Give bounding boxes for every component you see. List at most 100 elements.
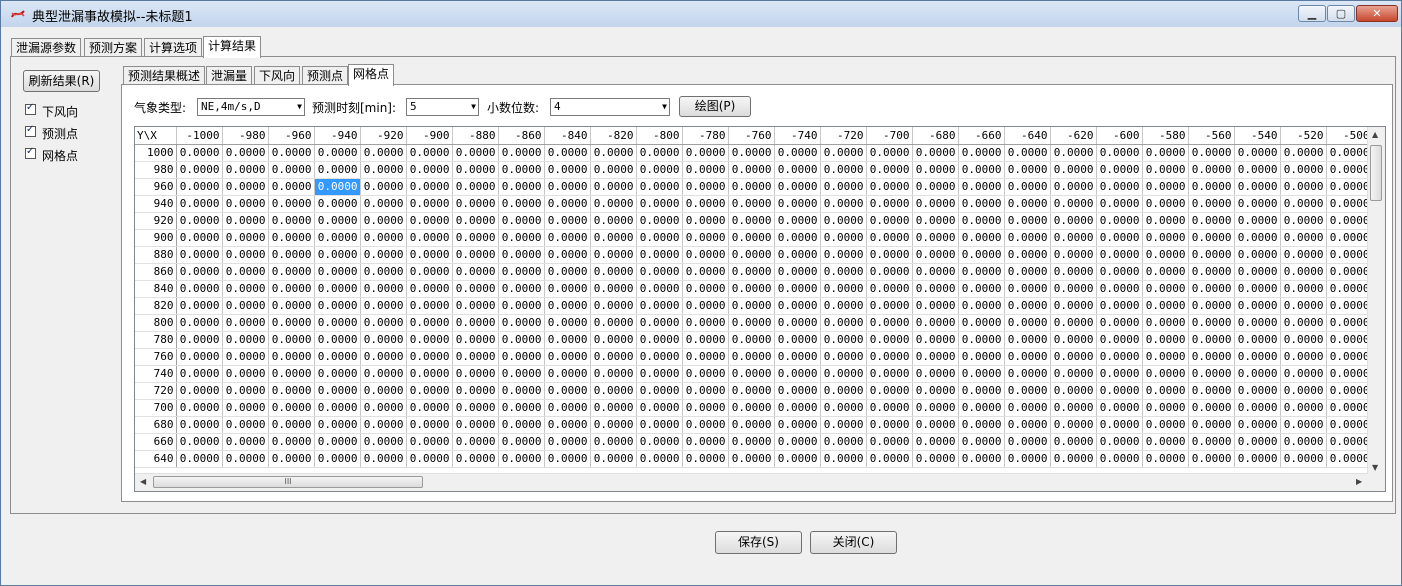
- grid-cell[interactable]: 0.0000: [498, 229, 545, 247]
- grid-cell[interactable]: 0.0000: [498, 263, 545, 281]
- grid-cell[interactable]: 0.0000: [222, 399, 269, 417]
- grid-cell[interactable]: 0.0000: [222, 365, 269, 383]
- grid-cell[interactable]: 0.0000: [1234, 399, 1281, 417]
- grid-cell[interactable]: 0.0000: [912, 144, 959, 162]
- grid-cell[interactable]: 0.0000: [682, 178, 729, 196]
- grid-cell[interactable]: 0.0000: [406, 178, 453, 196]
- grid-cell[interactable]: 0.0000: [682, 450, 729, 468]
- grid-cell[interactable]: 0.0000: [590, 161, 637, 179]
- grid-cell[interactable]: 0.0000: [1326, 348, 1373, 366]
- grid-cell[interactable]: 0.0000: [774, 399, 821, 417]
- grid-cell[interactable]: 0.0000: [176, 178, 223, 196]
- grid-cell[interactable]: 0.0000: [590, 399, 637, 417]
- grid-cell[interactable]: 0.0000: [774, 263, 821, 281]
- grid-cell[interactable]: 0.0000: [590, 246, 637, 264]
- grid-cell[interactable]: 0.0000: [1050, 246, 1097, 264]
- grid-cell[interactable]: 0.0000: [544, 246, 591, 264]
- grid-cell[interactable]: 0.0000: [544, 382, 591, 400]
- grid-cell[interactable]: 0.0000: [268, 314, 315, 332]
- grid-cell[interactable]: 0.0000: [682, 297, 729, 315]
- grid-cell[interactable]: 0.0000: [222, 229, 269, 247]
- grid-cell[interactable]: 0.0000: [1096, 263, 1143, 281]
- grid-cell[interactable]: 0.0000: [958, 195, 1005, 213]
- grid-cell[interactable]: 0.0000: [958, 399, 1005, 417]
- grid-cell[interactable]: 0.0000: [1188, 450, 1235, 468]
- refresh-button[interactable]: 刷新结果(R): [23, 70, 100, 92]
- grid-cell[interactable]: 0.0000: [176, 433, 223, 451]
- grid-cell[interactable]: 0.0000: [958, 144, 1005, 162]
- grid-cell[interactable]: 0.0000: [268, 212, 315, 230]
- grid-cell[interactable]: 0.0000: [498, 212, 545, 230]
- grid-cell[interactable]: 0.0000: [866, 314, 913, 332]
- grid-cell[interactable]: 0.0000: [452, 450, 499, 468]
- grid-cell[interactable]: 0.0000: [1188, 144, 1235, 162]
- grid-cell[interactable]: 0.0000: [498, 314, 545, 332]
- grid-cell[interactable]: 0.0000: [728, 263, 775, 281]
- grid-cell[interactable]: 0.0000: [1004, 399, 1051, 417]
- grid-cell[interactable]: 0.0000: [452, 297, 499, 315]
- grid-cell[interactable]: 0.0000: [958, 450, 1005, 468]
- grid-cell[interactable]: 0.0000: [360, 399, 407, 417]
- grid-cell[interactable]: 0.0000: [1234, 280, 1281, 298]
- grid-cell[interactable]: 0.0000: [1326, 246, 1373, 264]
- grid-cell[interactable]: 0.0000: [912, 195, 959, 213]
- grid-cell[interactable]: 0.0000: [452, 433, 499, 451]
- grid-cell[interactable]: 0.0000: [1050, 144, 1097, 162]
- grid-cell[interactable]: 0.0000: [176, 161, 223, 179]
- grid-cell[interactable]: 0.0000: [1234, 178, 1281, 196]
- grid-cell[interactable]: 0.0000: [1050, 348, 1097, 366]
- grid-cell[interactable]: 0.0000: [1280, 450, 1327, 468]
- grid-cell[interactable]: 0.0000: [1004, 280, 1051, 298]
- grid-cell[interactable]: 0.0000: [820, 399, 867, 417]
- grid-cell[interactable]: 0.0000: [682, 229, 729, 247]
- grid-cell[interactable]: 0.0000: [912, 314, 959, 332]
- grid-cell[interactable]: 0.0000: [314, 195, 361, 213]
- grid-cell[interactable]: 0.0000: [268, 161, 315, 179]
- grid-cell[interactable]: 0.0000: [1004, 365, 1051, 383]
- grid-cell[interactable]: 0.0000: [1280, 331, 1327, 349]
- grid-cell[interactable]: 0.0000: [774, 161, 821, 179]
- grid-cell[interactable]: 0.0000: [360, 314, 407, 332]
- grid-cell[interactable]: 0.0000: [1050, 365, 1097, 383]
- grid-cell[interactable]: 0.0000: [406, 212, 453, 230]
- grid-cell[interactable]: 0.0000: [1326, 399, 1373, 417]
- grid-cell[interactable]: 0.0000: [866, 416, 913, 434]
- grid-cell[interactable]: 0.0000: [590, 178, 637, 196]
- grid-cell[interactable]: 0.0000: [544, 144, 591, 162]
- grid-cell[interactable]: 0.0000: [1280, 212, 1327, 230]
- grid-cell[interactable]: 0.0000: [1050, 331, 1097, 349]
- grid-cell[interactable]: 0.0000: [1050, 314, 1097, 332]
- grid-cell[interactable]: 0.0000: [452, 144, 499, 162]
- grid-cell[interactable]: 0.0000: [820, 246, 867, 264]
- grid-cell[interactable]: 0.0000: [544, 399, 591, 417]
- grid-cell[interactable]: 0.0000: [360, 212, 407, 230]
- grid-cell[interactable]: 0.0000: [314, 399, 361, 417]
- grid-cell[interactable]: 0.0000: [1280, 178, 1327, 196]
- grid-cell[interactable]: 0.0000: [1142, 144, 1189, 162]
- grid-cell[interactable]: 0.0000: [1326, 365, 1373, 383]
- grid-cell[interactable]: 0.0000: [728, 144, 775, 162]
- subtab-leak-amount[interactable]: 泄漏量: [206, 66, 253, 86]
- grid-cell[interactable]: 0.0000: [222, 263, 269, 281]
- grid-cell[interactable]: 0.0000: [498, 195, 545, 213]
- grid-cell[interactable]: 0.0000: [682, 195, 729, 213]
- grid-cell[interactable]: 0.0000: [820, 280, 867, 298]
- grid-cell[interactable]: 0.0000: [314, 161, 361, 179]
- grid-cell[interactable]: 0.0000: [1142, 399, 1189, 417]
- time-select[interactable]: 5 ▼: [406, 98, 479, 116]
- grid-cell[interactable]: 0.0000: [314, 450, 361, 468]
- grid-cell[interactable]: 0.0000: [912, 450, 959, 468]
- grid-cell[interactable]: 0.0000: [636, 280, 683, 298]
- grid-cell[interactable]: 0.0000: [728, 297, 775, 315]
- grid-cell[interactable]: 0.0000: [1234, 348, 1281, 366]
- grid-cell[interactable]: 0.0000: [452, 212, 499, 230]
- grid-cell[interactable]: 0.0000: [636, 161, 683, 179]
- grid-cell[interactable]: 0.0000: [590, 263, 637, 281]
- grid-cell[interactable]: 0.0000: [1326, 416, 1373, 434]
- grid-cell[interactable]: 0.0000: [682, 246, 729, 264]
- grid-cell[interactable]: 0.0000: [268, 348, 315, 366]
- grid-cell[interactable]: 0.0000: [636, 348, 683, 366]
- grid-cell[interactable]: 0.0000: [682, 348, 729, 366]
- grid-cell[interactable]: 0.0000: [636, 144, 683, 162]
- grid-cell[interactable]: 0.0000: [1280, 297, 1327, 315]
